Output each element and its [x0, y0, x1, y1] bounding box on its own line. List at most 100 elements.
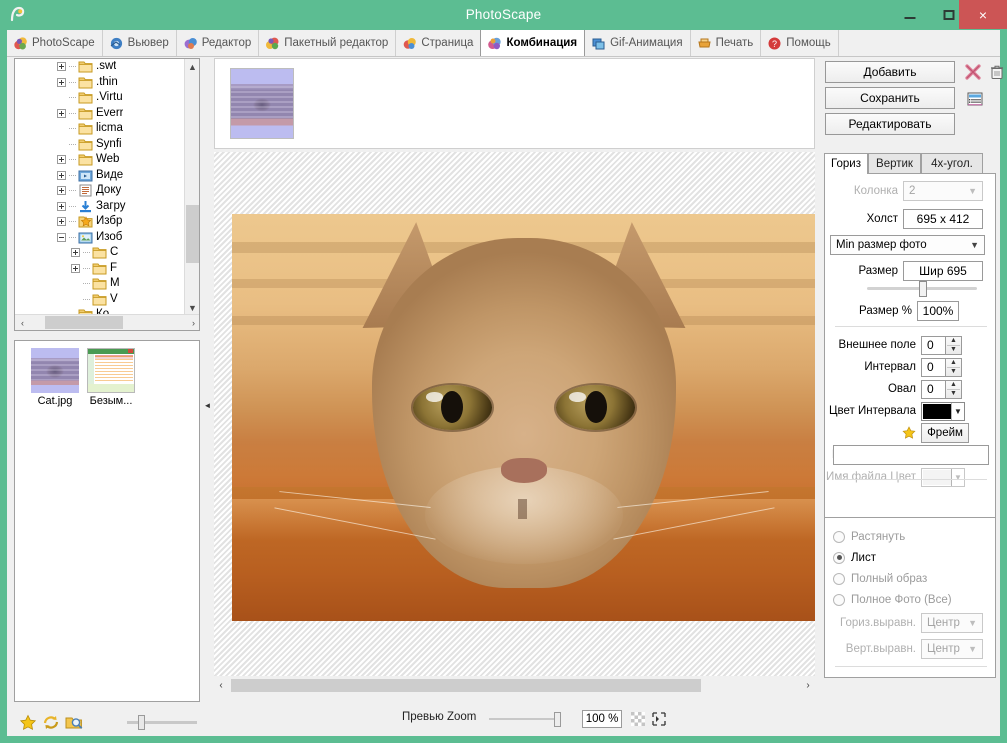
- clear-all-icon[interactable]: [964, 63, 982, 81]
- stepper-down-icon[interactable]: ▼: [946, 346, 961, 354]
- expand-node-icon[interactable]: [57, 62, 66, 71]
- scroll-left-arrow-icon[interactable]: ‹: [15, 315, 30, 330]
- tree-node[interactable]: licma: [15, 121, 185, 137]
- tree-node[interactable]: Избр: [15, 214, 185, 230]
- column-select[interactable]: 2 ▼: [903, 181, 983, 201]
- transparency-checker-icon[interactable]: [631, 712, 645, 726]
- tab-batch-editor[interactable]: Пакетный редактор: [259, 30, 396, 56]
- list-item[interactable]: Безым...: [84, 348, 138, 407]
- tree-node[interactable]: Synfi: [15, 137, 185, 153]
- filename-color-picker[interactable]: ▼: [921, 468, 965, 487]
- tree-node[interactable]: Everr: [15, 106, 185, 122]
- size-field[interactable]: Шир 695: [903, 261, 983, 281]
- outer-margin-stepper[interactable]: 0 ▲▼: [921, 336, 962, 355]
- tree-node[interactable]: V: [15, 292, 185, 308]
- expand-node-icon[interactable]: [57, 155, 66, 164]
- tab-combine[interactable]: Комбинация: [480, 30, 585, 56]
- scroll-right-arrow-icon[interactable]: ›: [801, 678, 815, 692]
- filename-text-input[interactable]: [833, 445, 989, 465]
- list-item[interactable]: Cat.jpg: [28, 348, 82, 407]
- oval-stepper[interactable]: 0 ▲▼: [921, 380, 962, 399]
- save-button[interactable]: Сохранить: [825, 87, 955, 109]
- scrollbar-thumb[interactable]: [231, 679, 701, 692]
- radio-full-photo-all[interactable]: Полное Фото (Все): [833, 589, 993, 610]
- add-button[interactable]: Добавить: [825, 61, 955, 83]
- interval-color-picker[interactable]: ▼: [921, 402, 965, 421]
- list-view-icon[interactable]: [966, 90, 984, 108]
- preview-horizontal-scrollbar[interactable]: ‹ ›: [214, 677, 815, 694]
- tree-node[interactable]: Web: [15, 152, 185, 168]
- expand-node-icon[interactable]: [71, 248, 80, 257]
- filmstrip-item[interactable]: [230, 68, 294, 139]
- close-button[interactable]: ×: [959, 0, 1007, 29]
- tree-node[interactable]: .Virtu: [15, 90, 185, 106]
- fit-to-window-icon[interactable]: [651, 711, 667, 727]
- expand-node-icon[interactable]: [57, 217, 66, 226]
- folder-tree[interactable]: .swt.thin.VirtuEverrlicmaSynfiWebВидеДок…: [15, 59, 185, 315]
- scroll-down-arrow-icon[interactable]: ▼: [185, 300, 200, 315]
- trash-icon[interactable]: [988, 63, 1006, 81]
- tree-node[interactable]: .swt: [15, 59, 185, 75]
- scroll-left-arrow-icon[interactable]: ‹: [214, 678, 228, 692]
- radio-sheet[interactable]: Лист: [833, 547, 993, 568]
- tab-horizontal[interactable]: Гориз: [824, 153, 868, 174]
- expand-node-icon[interactable]: [71, 264, 80, 273]
- tree-node[interactable]: F: [15, 261, 185, 277]
- vertical-align-select[interactable]: Центр ▼: [921, 639, 983, 659]
- expand-node-icon[interactable]: [57, 171, 66, 180]
- tree-node[interactable]: Виде: [15, 168, 185, 184]
- chevron-down-icon[interactable]: ▼: [951, 403, 964, 420]
- horizontal-align-select[interactable]: Центр ▼: [921, 613, 983, 633]
- expand-node-icon[interactable]: [57, 186, 66, 195]
- tab-editor[interactable]: Редактор: [177, 30, 260, 56]
- collapse-node-icon[interactable]: [57, 233, 66, 242]
- slider-handle[interactable]: [919, 281, 927, 297]
- interval-stepper[interactable]: 0 ▲▼: [921, 358, 962, 377]
- preview-canvas[interactable]: [214, 152, 815, 676]
- edit-button[interactable]: Редактировать: [825, 113, 955, 135]
- tree-node[interactable]: Загру: [15, 199, 185, 215]
- tab-photoscape[interactable]: PhotoScape: [7, 30, 103, 56]
- tree-horizontal-scrollbar[interactable]: ‹ ›: [15, 314, 200, 330]
- tab-viewer[interactable]: Вьювер: [103, 30, 177, 56]
- favorites-star-icon[interactable]: [19, 714, 37, 731]
- tree-node[interactable]: .thin: [15, 75, 185, 91]
- combined-image-preview[interactable]: [232, 214, 815, 621]
- find-folder-icon[interactable]: [65, 714, 83, 731]
- scrollbar-thumb[interactable]: [45, 316, 123, 329]
- expand-node-icon[interactable]: [57, 202, 66, 211]
- radio-full-image[interactable]: Полный образ: [833, 568, 993, 589]
- sizing-mode-select[interactable]: Min размер фото ▼: [830, 235, 985, 255]
- expand-node-icon[interactable]: [57, 78, 66, 87]
- minimize-button[interactable]: [890, 0, 929, 29]
- tree-node[interactable]: M: [15, 276, 185, 292]
- star-icon[interactable]: [902, 426, 916, 440]
- scrollbar-thumb[interactable]: [186, 205, 199, 263]
- expand-node-icon[interactable]: [57, 109, 66, 118]
- zoom-value[interactable]: 100 %: [582, 710, 622, 728]
- slider-handle[interactable]: [554, 712, 561, 727]
- slider-handle[interactable]: [138, 715, 145, 730]
- tab-vertical[interactable]: Вертик: [868, 153, 921, 173]
- refresh-icon[interactable]: [42, 714, 60, 731]
- tab-print[interactable]: Печать: [691, 30, 762, 56]
- size-percent-field[interactable]: 100%: [917, 301, 959, 321]
- tree-node[interactable]: Изоб: [15, 230, 185, 246]
- chevron-down-icon[interactable]: ▼: [951, 469, 964, 486]
- stepper-down-icon[interactable]: ▼: [946, 390, 961, 398]
- zoom-slider[interactable]: [489, 718, 557, 720]
- stepper-up-icon[interactable]: ▲: [946, 337, 961, 345]
- frame-button[interactable]: Фрейм: [921, 423, 969, 443]
- stepper-down-icon[interactable]: ▼: [946, 368, 961, 376]
- scroll-right-arrow-icon[interactable]: ›: [186, 315, 200, 330]
- canvas-size-field[interactable]: 695 x 412: [903, 209, 983, 229]
- stepper-up-icon[interactable]: ▲: [946, 359, 961, 367]
- radio-stretch[interactable]: Растянуть: [833, 526, 993, 547]
- tree-node[interactable]: Доку: [15, 183, 185, 199]
- scroll-up-arrow-icon[interactable]: ▲: [185, 59, 200, 74]
- tree-vertical-scrollbar[interactable]: ▲ ▼: [184, 59, 199, 315]
- tab-four-corner[interactable]: 4х-угол.: [921, 153, 983, 173]
- stepper-up-icon[interactable]: ▲: [946, 381, 961, 389]
- tab-help[interactable]: ? Помощь: [761, 30, 838, 56]
- tree-node[interactable]: C: [15, 245, 185, 261]
